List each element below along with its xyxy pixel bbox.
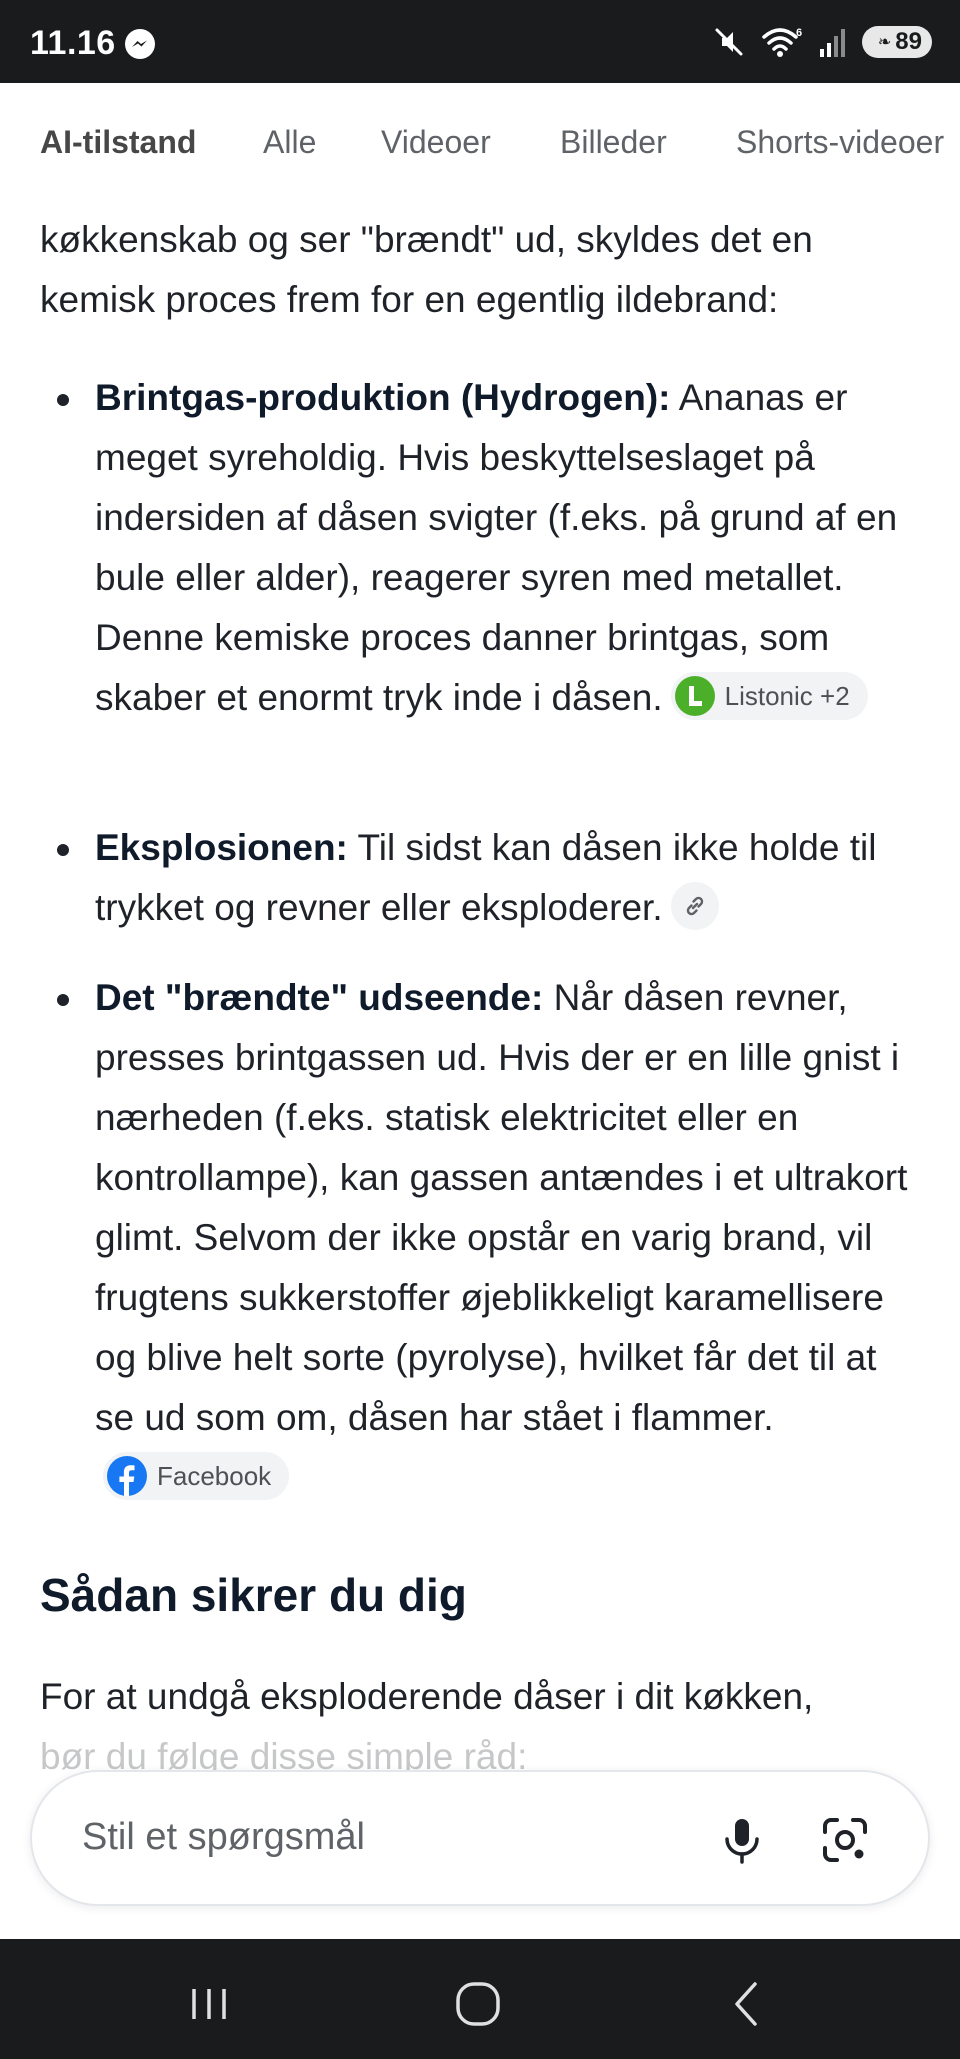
back-icon[interactable] bbox=[717, 1974, 777, 2034]
tab-images[interactable]: Billeder bbox=[560, 124, 667, 161]
bullet-title: Eksplosionen: bbox=[95, 827, 348, 868]
battery-icon: ❧ 89 bbox=[862, 26, 932, 58]
listonic-logo-icon bbox=[674, 676, 715, 717]
status-icons: 6 ❧ 89 bbox=[712, 22, 932, 62]
source-chip-label: Facebook bbox=[157, 1461, 272, 1492]
bullet-body: Når dåsen revner, presses brintgassen ud… bbox=[95, 977, 908, 1438]
bullet-dot bbox=[57, 394, 69, 406]
bullet-text: Brintgas-produktion (Hydrogen): Ananas e… bbox=[95, 368, 925, 728]
source-link-chip[interactable] bbox=[670, 882, 719, 931]
wifi-6-icon: 6 bbox=[762, 27, 802, 57]
intro-paragraph: køkkenskab og ser "brændt" ud, skyldes d… bbox=[40, 210, 920, 330]
battery-level: 89 bbox=[895, 28, 922, 55]
facebook-logo-icon bbox=[107, 1456, 147, 1497]
tab-shorts[interactable]: Shorts-videoer bbox=[736, 124, 944, 161]
tab-all[interactable]: Alle bbox=[263, 124, 316, 161]
svg-text:6: 6 bbox=[796, 27, 802, 39]
source-chip-facebook[interactable]: Facebook bbox=[103, 1452, 290, 1501]
bullet-dot bbox=[57, 994, 69, 1006]
system-nav-bar bbox=[0, 1939, 960, 2059]
source-chip-listonic[interactable]: Listonic +2 bbox=[670, 672, 868, 721]
search-tabs: AI-tilstand Alle Videoer Billeder Shorts… bbox=[0, 100, 960, 186]
messenger-icon bbox=[125, 29, 155, 59]
bullet-text: Eksplosionen: Til sidst kan dåsen ikke h… bbox=[95, 818, 925, 938]
ask-input[interactable]: Stil et spørgsmål bbox=[82, 1816, 365, 1859]
bullet-dot bbox=[57, 844, 69, 856]
signal-icon bbox=[820, 29, 845, 57]
bullet-title: Det "brændte" udseende: bbox=[95, 977, 544, 1018]
bullet-text: Det "brændte" udseende: Når dåsen revner… bbox=[95, 968, 925, 1508]
tab-videos[interactable]: Videoer bbox=[381, 124, 491, 161]
link-icon bbox=[686, 897, 703, 916]
ai-answer-content: køkkenskab og ser "brændt" ud, skyldes d… bbox=[0, 190, 960, 1780]
status-time: 11.16 bbox=[30, 24, 116, 62]
section-heading: Sådan sikrer du dig bbox=[40, 1569, 467, 1621]
ask-input-bar[interactable]: Stil et spørgsmål bbox=[30, 1770, 930, 1906]
intro-line: kemisk proces frem for en egentlig ildeb… bbox=[40, 279, 779, 320]
recent-apps-icon[interactable] bbox=[180, 1974, 240, 2034]
lens-camera-icon[interactable] bbox=[815, 1810, 875, 1870]
power-saving-icon: ❧ bbox=[877, 34, 892, 51]
tab-ai-mode[interactable]: AI-tilstand bbox=[40, 124, 196, 161]
mute-icon bbox=[715, 28, 743, 56]
outro-line: For at undgå eksploderende dåser i dit k… bbox=[40, 1676, 814, 1717]
intro-line: køkkenskab og ser "brændt" ud, skyldes d… bbox=[40, 219, 813, 260]
source-chip-label: Listonic +2 bbox=[724, 681, 850, 712]
bullet-title: Brintgas-produktion (Hydrogen): bbox=[95, 377, 671, 418]
status-bar: 11.16 6 ❧ 89 bbox=[0, 0, 960, 83]
home-icon[interactable] bbox=[448, 1974, 508, 2034]
microphone-icon[interactable] bbox=[712, 1810, 772, 1870]
